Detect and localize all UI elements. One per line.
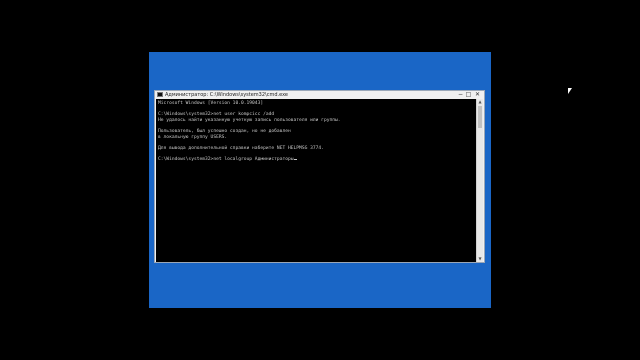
console-line: Microsoft Windows [Version 10.0.19043] <box>158 101 264 106</box>
console-text: Microsoft Windows [Version 10.0.19043] C… <box>156 99 477 165</box>
cmd-window[interactable]: Администратор: C:\Windows\system32\cmd.e… <box>154 90 485 263</box>
console-line: Не удалось найти указанную учетную запис… <box>158 117 341 123</box>
mouse-pointer-icon <box>568 88 572 94</box>
console-line: в локальную группу USERS. <box>158 134 228 140</box>
minimize-button[interactable]: − <box>457 92 464 98</box>
close-button[interactable]: ✕ <box>473 92 482 98</box>
text-cursor <box>293 158 297 160</box>
vertical-scrollbar[interactable]: ▲ ▼ <box>476 99 483 262</box>
scroll-up-icon[interactable]: ▲ <box>477 99 483 105</box>
title-bar[interactable]: Администратор: C:\Windows\system32\cmd.e… <box>155 91 484 99</box>
console-input-line[interactable]: C:\Windows\system32>net localgroup Админ… <box>158 157 294 162</box>
window-title: Администратор: C:\Windows\system32\cmd.e… <box>165 92 288 98</box>
scroll-thumb[interactable] <box>478 106 482 128</box>
maximize-button[interactable]: □ <box>465 92 472 98</box>
console-output[interactable]: Microsoft Windows [Version 10.0.19043] C… <box>156 99 477 262</box>
cmd-icon <box>157 92 163 97</box>
console-line: C:\Windows\system32>net user kompcicc /a… <box>158 112 275 118</box>
console-line: Для вывода дополнительной справки набери… <box>158 145 324 151</box>
console-line: Пользователь, был успешно создан, но не … <box>158 128 291 134</box>
scroll-down-icon[interactable]: ▼ <box>477 256 483 262</box>
